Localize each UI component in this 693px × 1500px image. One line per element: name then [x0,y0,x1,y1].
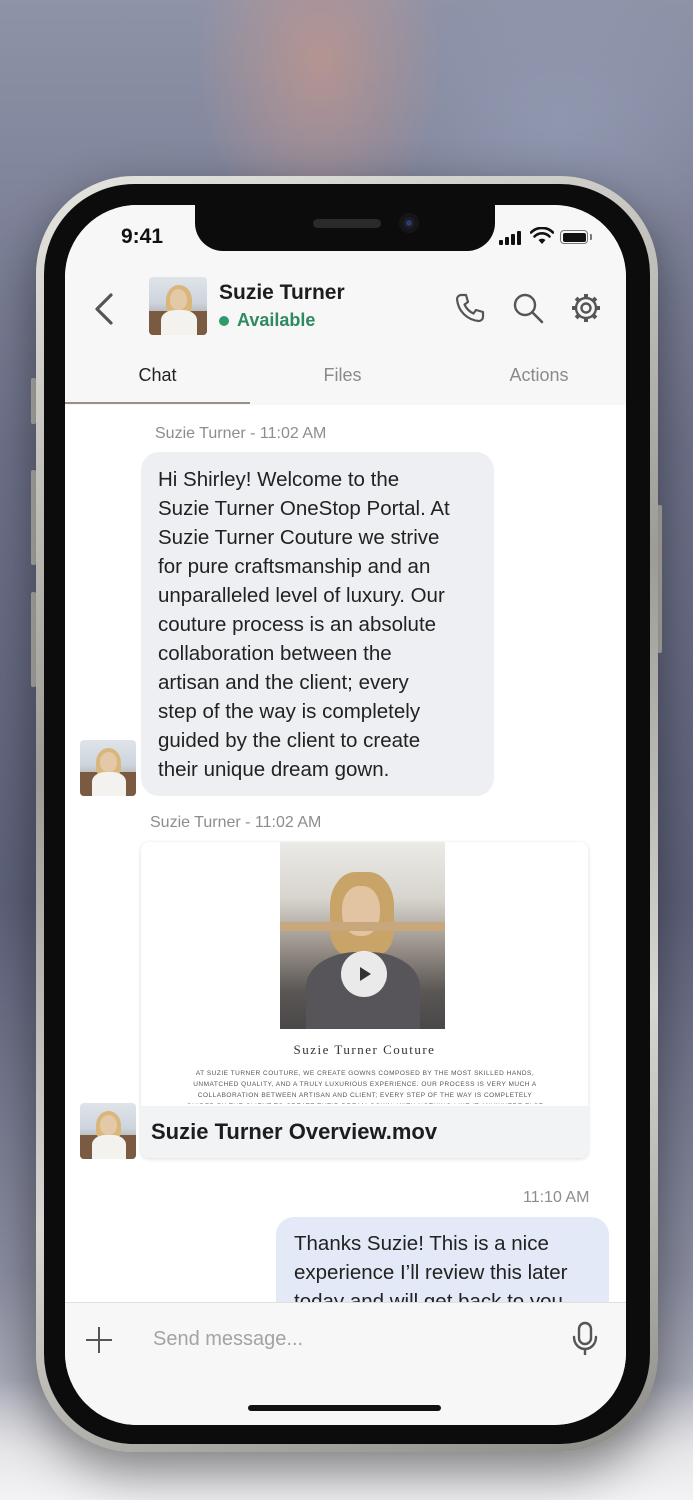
attachment-title: Suzie Turner Couture [293,1042,436,1057]
home-indicator[interactable] [248,1405,441,1411]
message-meta: Suzie Turner - 11:02 AM [155,425,327,442]
attachment-filename[interactable]: Suzie Turner Overview.mov [151,1119,437,1145]
attachment-description: AT SUZIE TURNER COUTURE, WE CREATE GOWNS… [187,1070,543,1104]
message-text: Thanks Suzie! This is a nice experience … [294,1232,568,1302]
message-meta: 11:10 AM [523,1189,590,1206]
cellular-signal-icon [499,229,525,245]
tab-files[interactable]: Files [250,365,435,386]
sender-avatar[interactable] [80,1103,136,1159]
gear-icon[interactable] [569,291,603,325]
presence-status: Available [237,310,316,330]
chat-thread: Suzie Turner - 11:02 AM Hi Shirley! Welc… [65,406,626,1302]
video-attachment-card[interactable]: Suzie Turner Couture AT SUZIE TURNER COU… [141,842,588,1158]
plus-icon[interactable] [86,1327,112,1353]
message-input[interactable] [153,1321,543,1357]
message-meta: Suzie Turner - 11:02 AM [150,814,322,831]
notch [195,205,495,251]
outgoing-message: Thanks Suzie! This is a nice experience … [276,1217,609,1302]
contact-avatar[interactable] [149,277,207,335]
back-chevron-icon[interactable] [91,289,121,329]
incoming-message: Hi Shirley! Welcome to the Suzie Turner … [141,452,494,796]
status-time: 9:41 [121,225,164,248]
play-icon[interactable] [341,951,387,997]
screen: 9:41 Suzie Turner Available Chat Files A… [65,205,626,1425]
tab-bar: Chat Files Actions [65,355,626,408]
battery-icon [560,230,588,244]
attachment-footer: Suzie Turner Overview.mov [141,1106,588,1158]
message-text: Hi Shirley! Welcome to the Suzie Turner … [158,468,450,781]
video-thumbnail[interactable] [280,842,445,1029]
microphone-icon[interactable] [570,1321,600,1357]
sender-avatar[interactable] [80,740,136,796]
battery-tip [590,234,592,240]
phone-icon[interactable] [453,291,487,325]
active-tab-indicator [65,402,250,404]
tab-chat[interactable]: Chat [65,365,250,386]
wifi-icon [530,227,554,244]
contact-name: Suzie Turner [219,281,345,304]
search-icon[interactable] [511,291,545,325]
presence-dot [219,316,229,326]
tab-actions[interactable]: Actions [445,365,626,386]
